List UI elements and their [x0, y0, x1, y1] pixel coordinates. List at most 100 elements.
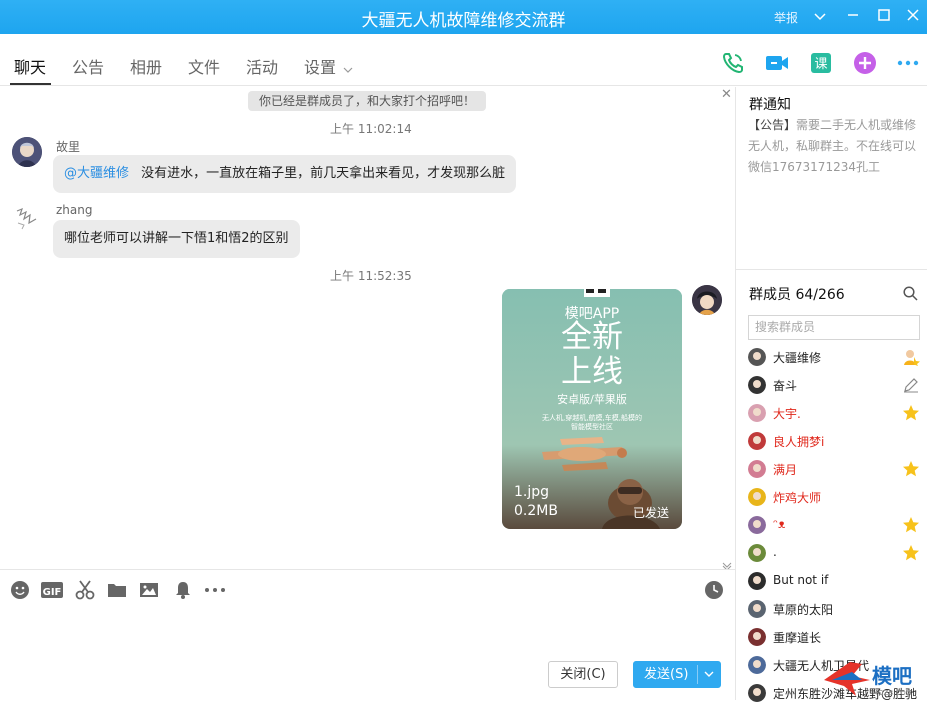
member-name: 炸鸡大师	[773, 491, 822, 505]
avatar	[748, 684, 766, 702]
edit-icon	[902, 376, 920, 394]
member-name: 大疆维修	[773, 351, 822, 365]
folder-icon[interactable]	[107, 580, 127, 600]
member-name: .	[773, 545, 777, 559]
chat-area[interactable]: 你已经是群成员了，和大家打个招呼吧！ ✕ 上午 11:02:14 故里 @大疆维…	[0, 87, 735, 571]
svg-text:GIF: GIF	[43, 587, 62, 598]
avatar	[748, 432, 766, 450]
file-name: 1.jpg	[514, 484, 550, 500]
avatar	[748, 544, 766, 562]
maximize-icon[interactable]	[874, 7, 894, 27]
right-panel: 群通知 【公告】需要二手无人机或维修无人机，私聊群主。不在线可以微信176731…	[735, 87, 927, 702]
member-item[interactable]: 重摩道长	[748, 623, 923, 651]
member-name: 草原的太阳	[773, 603, 834, 617]
avatar	[748, 600, 766, 618]
admin-star-icon	[902, 544, 920, 562]
member-name: 满月	[773, 463, 798, 477]
admin-star-icon	[902, 404, 920, 422]
member-item[interactable]: 炸鸡大师	[748, 483, 923, 511]
gif-icon[interactable]: GIF	[41, 580, 63, 600]
close-button[interactable]: 关闭(C)	[548, 661, 618, 688]
timestamp: 上午 11:02:14	[330, 122, 412, 136]
member-item[interactable]: .	[748, 539, 923, 567]
search-icon[interactable]	[903, 286, 918, 305]
chevron-down-icon[interactable]	[704, 662, 714, 696]
tab-files[interactable]: 文件	[188, 54, 220, 78]
avatar	[748, 656, 766, 674]
message-text: 没有进水，一直放在箱子里，前几天拿出来看见，才发现那么脏	[141, 166, 506, 181]
message-text: 哪位老师可以讲解一下悟1和悟2的区别	[64, 231, 289, 246]
add-app-icon[interactable]	[853, 51, 877, 75]
avatar	[748, 404, 766, 422]
tab-active-indicator	[10, 83, 51, 85]
video-icon[interactable]	[765, 51, 789, 75]
file-size: 0.2MB	[514, 503, 558, 519]
tab-bar: 聊天 公告 相册 文件 活动 设置 课	[0, 34, 927, 86]
avatar[interactable]	[12, 203, 42, 233]
member-name: 大宇.	[773, 407, 801, 421]
member-item[interactable]: ᵔᴥ	[748, 511, 923, 539]
watermark-sub: MOZB.COM	[872, 689, 912, 697]
tab-album[interactable]: 相册	[130, 54, 162, 78]
tab-activity[interactable]: 活动	[246, 54, 278, 78]
send-split-divider	[697, 665, 698, 684]
notice-body[interactable]: 【公告】需要二手无人机或维修无人机，私聊群主。不在线可以微信1767317123…	[748, 115, 920, 178]
divider	[736, 269, 927, 270]
image-platforms: 安卓版/苹果版	[557, 393, 627, 406]
member-item[interactable]: 大宇.	[748, 399, 923, 427]
image-headline-2: 上线	[561, 354, 623, 390]
send-button-label: 发送(S)	[644, 667, 689, 682]
image-icon[interactable]	[139, 580, 159, 600]
image-headline-1: 全新	[561, 319, 623, 355]
report-link[interactable]: 举报	[774, 9, 798, 26]
member-item[interactable]: 满月	[748, 455, 923, 483]
member-item[interactable]: 大疆维修	[748, 343, 923, 371]
member-item[interactable]: But not if	[748, 567, 923, 595]
more-icon[interactable]	[203, 580, 227, 600]
message-bubble[interactable]: @大疆维修 没有进水，一直放在箱子里，前几天拿出来看见，才发现那么脏	[53, 155, 517, 193]
scissors-icon[interactable]	[75, 580, 95, 600]
member-name: 重摩道长	[773, 631, 822, 645]
history-icon[interactable]	[704, 580, 724, 600]
close-icon[interactable]	[903, 7, 923, 27]
tab-settings[interactable]: 设置	[304, 54, 336, 78]
title-bar: 大疆无人机故障维修交流群 举报	[0, 0, 927, 34]
member-name: But not if	[773, 573, 829, 587]
image-message[interactable]: 模吧APP 全新 上线 安卓版/苹果版 无人机,穿越机,航模,车模,船模的 智能…	[502, 289, 682, 529]
avatar	[748, 376, 766, 394]
bell-icon[interactable]	[173, 580, 193, 600]
avatar	[748, 488, 766, 506]
system-tip: 你已经是群成员了，和大家打个招呼吧！	[248, 91, 486, 111]
send-button[interactable]: 发送(S)	[633, 661, 721, 688]
mozb-watermark-logo: 模吧 MOZB.COM	[822, 650, 926, 700]
course-icon[interactable]: 课	[809, 51, 833, 75]
close-tip-icon[interactable]: ✕	[721, 87, 732, 102]
avatar[interactable]	[692, 285, 722, 315]
mention-link[interactable]: @大疆维修	[64, 166, 129, 181]
chevron-down-icon[interactable]	[343, 59, 353, 78]
member-item[interactable]: 良人拥梦i	[748, 427, 923, 455]
member-item[interactable]: 草原的太阳	[748, 595, 923, 623]
more-icon[interactable]	[896, 51, 920, 75]
timestamp: 上午 11:52:35	[330, 269, 412, 283]
avatar	[748, 628, 766, 646]
phone-icon[interactable]	[721, 51, 745, 75]
avatar[interactable]	[12, 137, 42, 167]
message-bubble[interactable]: 哪位老师可以讲解一下悟1和悟2的区别	[53, 220, 300, 258]
sender-name: zhang	[56, 203, 93, 217]
message-input[interactable]	[0, 609, 735, 654]
minimize-icon[interactable]	[843, 7, 863, 27]
members-title: 群成员 64/266	[749, 287, 845, 303]
emoji-icon[interactable]	[10, 580, 30, 600]
svg-text:课: 课	[814, 57, 827, 72]
chevron-down-icon[interactable]	[810, 7, 830, 27]
avatar	[748, 348, 766, 366]
sender-name: 故里	[56, 140, 81, 154]
avatar	[748, 572, 766, 590]
member-search-input[interactable]: 搜索群成员	[748, 315, 920, 340]
avatar	[748, 516, 766, 534]
tab-announcement[interactable]: 公告	[72, 54, 104, 78]
tab-chat[interactable]: 聊天	[14, 54, 46, 78]
send-status: 已发送	[633, 506, 670, 520]
member-item[interactable]: 奋斗	[748, 371, 923, 399]
